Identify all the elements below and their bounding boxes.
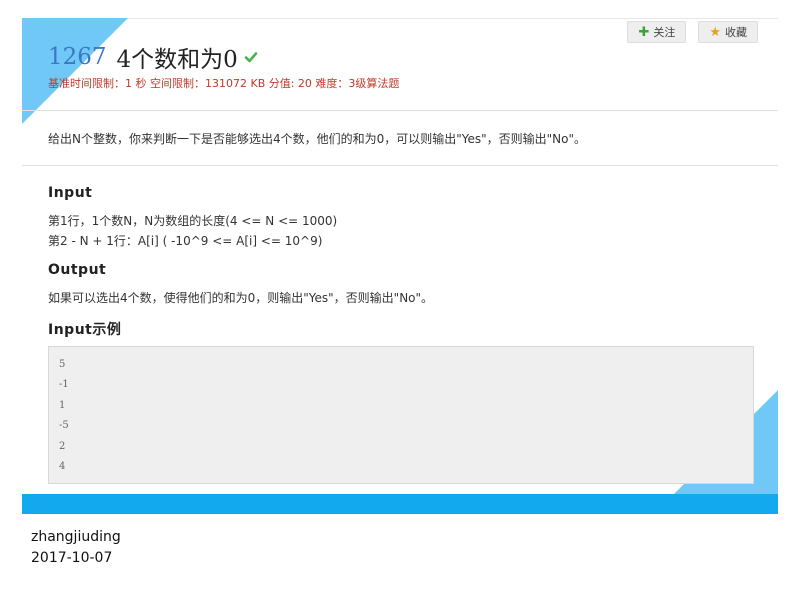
star-icon: ★ [709,24,721,40]
problem-meta: 基准时间限制：1 秒 空间限制：131072 KB 分值: 20 难度：3级算法… [48,77,400,90]
check-icon [244,52,258,63]
footer: zhangjiuding 2017-10-07 [31,527,121,569]
input-description: 第1行，1个数N，N为数组的长度(4 <= N <= 1000) 第2 - N … [48,211,337,251]
divider [22,165,778,166]
output-heading: Output [48,262,107,278]
collect-button[interactable]: ★ 收藏 [698,21,758,43]
title-row: 1267 4个数和为0 [48,40,258,74]
sample-line: 1 [59,399,66,411]
output-description: 如果可以选出4个数，使得他们的和为0，则输出"Yes"，否则输出"No"。 [48,291,434,305]
input-line: 第1行，1个数N，N为数组的长度(4 <= N <= 1000) [48,214,338,228]
author-name: zhangjiuding [31,529,121,545]
problem-card: 1267 4个数和为0 基准时间限制：1 秒 空间限制：131072 KB 分值… [22,18,778,514]
problem-title: 4个数和为0 [116,47,238,73]
collect-label: 收藏 [725,26,747,39]
sample-line: 4 [59,461,66,473]
problem-description: 给出N个整数，你来判断一下是否能够选出4个数，他们的和为0，可以则输出"Yes"… [48,132,587,146]
divider [22,110,778,111]
sample-input-box[interactable]: 5 -1 1 -5 2 4 [48,346,754,484]
follow-label: 关注 [653,26,676,39]
follow-button[interactable]: ✚ 关注 [627,21,687,43]
sample-heading: Input示例 [48,322,122,338]
bottom-accent-bar [22,494,778,514]
sample-line: -1 [59,379,69,391]
problem-id: 1267 [48,44,107,70]
input-heading: Input [48,185,93,201]
top-border [22,18,778,19]
sample-line: -5 [59,420,69,432]
action-buttons: ✚ 关注 ★ 收藏 [627,21,758,43]
sample-line: 2 [59,440,66,452]
input-line: 第2 - N + 1行：A[i] ( -10^9 <= A[i] <= 10^9… [48,234,323,248]
plus-icon: ✚ [638,24,650,40]
post-date: 2017-10-07 [31,550,113,566]
sample-line: 5 [59,359,66,370]
